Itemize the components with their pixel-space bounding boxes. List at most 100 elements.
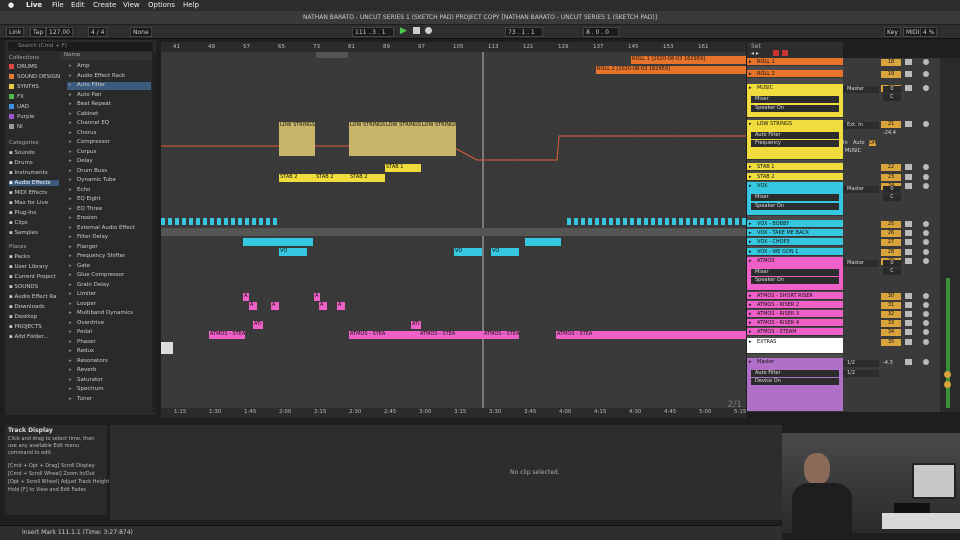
tap-button[interactable]: Tap xyxy=(30,27,47,37)
track-0[interactable]: ROLL 1 ▸ xyxy=(747,58,843,66)
browser-item-5[interactable]: Cabinet xyxy=(67,111,151,119)
vox-clip-slice[interactable] xyxy=(686,218,690,225)
track-13[interactable]: ATMOS - RISER 2 ▸ xyxy=(747,301,843,309)
category-3[interactable]: ▪ Audio Effects xyxy=(9,180,59,186)
vox-clip-slice[interactable] xyxy=(266,218,270,225)
vox-clip-slice[interactable] xyxy=(707,218,711,225)
fold-icon[interactable]: ▸ xyxy=(749,311,752,317)
activator-icon[interactable] xyxy=(905,320,912,326)
device-auto_filter[interactable]: Auto Filter xyxy=(751,370,839,377)
clip-atmos_short[interactable]: A xyxy=(243,293,249,301)
track-10[interactable]: VOX - WE GON 1 ▸ xyxy=(747,248,843,256)
vox-clip-slice[interactable] xyxy=(700,218,704,225)
vox-clip-slice[interactable] xyxy=(189,218,193,225)
routing-half[interactable]: 1/2 xyxy=(843,370,879,377)
activator-icon[interactable] xyxy=(905,71,912,77)
browser-search[interactable]: Search (Cmd + F) xyxy=(8,42,153,51)
monitor-in[interactable]: In xyxy=(843,140,848,146)
activator-icon[interactable] xyxy=(905,302,912,308)
track-17[interactable]: EXTRAS ▸ xyxy=(747,338,843,354)
device-mixer[interactable]: Mixer xyxy=(751,96,839,103)
vox-clip-slice[interactable] xyxy=(658,218,662,225)
fold-icon[interactable]: ▸ xyxy=(749,258,752,264)
browser-item-16[interactable]: Erosion xyxy=(67,215,151,223)
app-menu[interactable]: Live xyxy=(26,1,42,9)
browser-item-25[interactable]: Looper xyxy=(67,301,151,309)
collection-2[interactable]: SYNTHS xyxy=(9,84,39,90)
activator-icon[interactable] xyxy=(905,174,912,180)
clip-atmos_short[interactable]: A xyxy=(249,302,257,310)
browser-item-1[interactable]: Audio Effect Rack xyxy=(67,73,151,81)
browser-item-0[interactable]: Amp xyxy=(67,63,151,71)
arm-icon[interactable] xyxy=(923,71,929,77)
device-speaker[interactable]: Speaker On xyxy=(751,105,839,112)
browser-item-27[interactable]: Overdrive xyxy=(67,320,151,328)
place-4[interactable]: ▪ Audio Effect Ra xyxy=(9,294,57,300)
arm-icon[interactable] xyxy=(923,311,929,317)
activator-icon[interactable] xyxy=(905,183,912,189)
browser-item-9[interactable]: Corpus xyxy=(67,149,151,157)
activator-icon[interactable] xyxy=(905,221,912,227)
arm-icon[interactable] xyxy=(923,174,929,180)
clip-low_strings[interactable]: LOW STRINGS xyxy=(385,122,421,156)
browser-item-32[interactable]: Reverb xyxy=(67,367,151,375)
clip-atmos_riser[interactable]: ATI xyxy=(253,321,263,329)
clip-roll1[interactable]: ROLL 1 [2020-08-03 162959] xyxy=(631,56,746,64)
fold-icon[interactable]: ▸ xyxy=(749,302,752,308)
browser-item-28[interactable]: Pedal xyxy=(67,329,151,337)
collection-5[interactable]: Purple xyxy=(9,114,34,120)
vox-clip-slice[interactable] xyxy=(273,218,277,225)
track-14[interactable]: ATMOS - RISER 3 ▸ xyxy=(747,310,843,318)
clip-vox[interactable]: VO xyxy=(454,248,482,256)
browser-item-21[interactable]: Gate xyxy=(67,263,151,271)
arm-icon[interactable] xyxy=(923,230,929,236)
session-record-icon[interactable] xyxy=(782,50,788,56)
solo-cue-icon[interactable] xyxy=(944,381,951,388)
vox-clip-slice[interactable] xyxy=(679,218,683,225)
clip-atmos_steam[interactable]: ATMOS - STEA xyxy=(483,331,519,339)
menu-file[interactable]: File xyxy=(52,1,64,9)
collection-3[interactable]: FX xyxy=(9,94,24,100)
vox-clip-slice[interactable] xyxy=(602,218,606,225)
browser-item-23[interactable]: Grain Delay xyxy=(67,282,151,290)
arrangement-view[interactable]: ROLL 1 [2020-08-03 162959] ROLL 2 [2020-0… xyxy=(161,42,746,418)
browser-item-4[interactable]: Beat Repeat xyxy=(67,101,151,109)
vox-clip-slice[interactable] xyxy=(665,218,669,225)
crossfade-icon[interactable] xyxy=(944,371,951,378)
play-icon[interactable]: ▶ xyxy=(400,26,407,36)
volume-low-strings[interactable]: -24.4 xyxy=(883,130,896,136)
device-mixer[interactable]: Mixer xyxy=(751,269,839,276)
menu-options[interactable]: Options xyxy=(148,1,175,9)
vox-clip-slice[interactable] xyxy=(623,218,627,225)
clip-atmos_steam[interactable]: ATMOS - STEA xyxy=(209,331,245,339)
clip-atmos_short[interactable]: A xyxy=(314,293,320,301)
track-12[interactable]: ATMOS - SHORT RISER ▸ xyxy=(747,292,843,300)
vox-clip-slice[interactable] xyxy=(721,218,725,225)
vox-clip-slice[interactable] xyxy=(574,218,578,225)
browser-item-31[interactable]: Resonators xyxy=(67,358,151,366)
track-9[interactable]: VOX - CHOP3 ▸ xyxy=(747,238,843,246)
place-7[interactable]: ▪ PROJECTS xyxy=(9,324,42,330)
arm-icon[interactable] xyxy=(923,85,929,91)
vox-clip-slice[interactable] xyxy=(231,218,235,225)
browser-scrollbar[interactable] xyxy=(152,52,156,412)
vox-clip-slice[interactable] xyxy=(693,218,697,225)
vox-clip-slice[interactable] xyxy=(259,218,263,225)
link-button[interactable]: Link xyxy=(6,27,25,37)
activator-icon[interactable] xyxy=(905,59,912,65)
clip-atmos_steam[interactable]: ATMOS - STEA xyxy=(419,331,483,339)
vox-clip-slice[interactable] xyxy=(161,218,165,225)
record-arm-icon[interactable] xyxy=(773,50,779,56)
browser-item-35[interactable]: Tuner xyxy=(67,396,151,404)
place-0[interactable]: ▪ Packs xyxy=(9,254,30,260)
menu-help[interactable]: Help xyxy=(183,1,199,9)
collection-4[interactable]: UAD xyxy=(9,104,29,110)
browser-item-17[interactable]: External Audio Effect xyxy=(67,225,151,233)
browser-item-11[interactable]: Drum Buss xyxy=(67,168,151,176)
arm-icon[interactable] xyxy=(923,329,929,335)
mixer-value[interactable]: C xyxy=(883,94,901,101)
browser-item-24[interactable]: Limiter xyxy=(67,291,151,299)
browser-item-7[interactable]: Chorus xyxy=(67,130,151,138)
arm-icon[interactable] xyxy=(923,359,929,365)
fold-icon[interactable]: ▸ xyxy=(749,249,752,255)
